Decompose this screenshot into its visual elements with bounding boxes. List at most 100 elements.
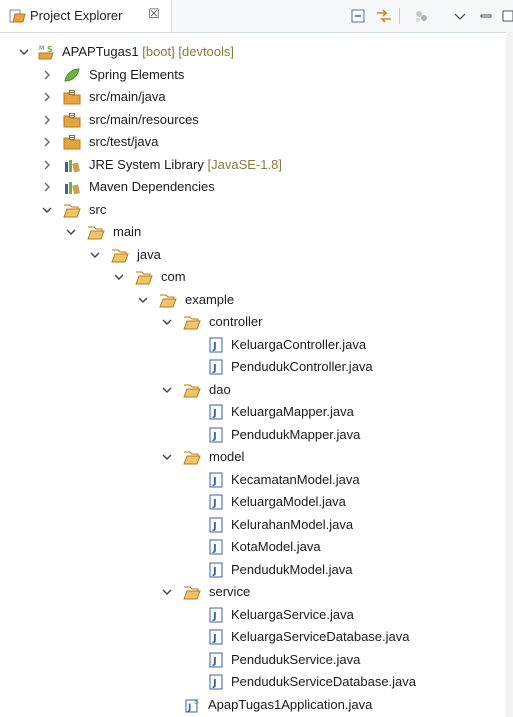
java-file-icon: J [209,359,223,375]
model-label: model [209,449,245,464]
tree-row-controller[interactable]: controller [0,311,513,334]
chevron-down-icon[interactable] [41,204,53,216]
tree-row-java[interactable]: java [0,244,513,267]
tree-row-java-file[interactable]: J KecamatanModel.java [0,469,513,492]
java-file-label: KeluargaServiceDatabase.java [231,629,410,644]
chevron-down-icon[interactable] [161,586,173,598]
chevron-down-icon[interactable] [18,46,30,58]
svg-text:J: J [212,363,217,374]
collapse-all-icon[interactable] [350,8,368,24]
java-file-icon: J [209,517,223,532]
java-file-icon: J [209,652,223,667]
scrollbar[interactable] [506,32,513,717]
project-tree[interactable]: M S APAPTugas1 [boot] [devtools] Spring … [0,32,513,717]
tree-row-dao[interactable]: dao [0,379,513,402]
tree-row-java-file[interactable]: J KelurahanModel.java [0,514,513,537]
tree-row-example[interactable]: example [0,289,513,312]
tree-row-java-file[interactable]: J PendudukService.java [0,649,513,672]
tree-row-main[interactable]: main [0,221,513,244]
tree-row-src-main-java[interactable]: src/main/java [0,86,513,109]
java-file-icon: J [209,337,223,352]
tree-row-java-file[interactable]: J KeluargaServiceDatabase.java [0,626,513,649]
tree-row-src[interactable]: src [0,199,513,222]
controller-label: controller [209,314,263,329]
maven-dependencies-label: Maven Dependencies [89,179,215,194]
java-file-label: KeluargaMapper.java [231,404,354,419]
java-file-label: PendudukMapper.java [231,426,361,442]
svg-text:J: J [212,476,217,487]
svg-text:J: J [212,566,217,577]
link-with-editor-icon[interactable] [375,8,393,24]
svg-text:J: J [212,678,217,689]
tab-title: Project Explorer [30,8,123,23]
java-label: java [137,246,161,262]
tree-row-java-file[interactable]: J KeluargaController.java [0,334,513,357]
src-label: src [89,201,107,217]
java-file-icon: J [209,629,223,645]
chevron-right-icon[interactable] [41,136,53,148]
chevron-down-icon[interactable] [161,316,173,328]
tree-row-src-test-java[interactable]: src/test/java [0,131,513,154]
minimize-icon[interactable] [477,8,495,24]
tree-row-src-main-resources[interactable]: src/main/resources [0,109,513,132]
com-label: com [161,269,186,284]
view-menu-icon[interactable] [451,8,469,24]
filters-icon[interactable] [413,8,431,24]
chevron-right-icon[interactable] [41,159,53,171]
svg-text:J: J [212,633,217,644]
tree-row-com[interactable]: com [0,266,513,289]
tree-row-maven-dependencies[interactable]: Maven Dependencies [0,176,513,199]
close-icon[interactable]: ☒ [148,6,160,22]
tree-row-java-file[interactable]: J PendudukServiceDatabase.java [0,671,513,694]
chevron-right-icon[interactable] [41,91,53,103]
src-test-java-label: src/test/java [89,134,159,149]
maximize-icon[interactable] [500,8,513,24]
spring-leaf-icon [64,67,80,82]
chevron-right-icon[interactable] [41,69,53,81]
source-folder-icon [63,112,81,127]
tree-row-java-file[interactable]: J KeluargaModel.java [0,491,513,514]
tree-row-service[interactable]: service [0,581,513,604]
project-explorer-icon [9,9,26,23]
chevron-down-icon[interactable] [89,249,101,261]
chevron-down-icon[interactable] [65,226,77,238]
tree-row-java-file[interactable]: J PendudukMapper.java [0,424,513,447]
tree-row-java-file[interactable]: J PendudukModel.java [0,559,513,582]
chevron-right-icon[interactable] [41,114,53,126]
chevron-down-icon[interactable] [113,271,125,283]
svg-text:J: J [187,703,191,713]
open-folder-icon [183,586,201,600]
open-folder-icon [63,204,81,217]
tree-row-java-file[interactable]: J KeluargaMapper.java [0,401,513,424]
java-file-icon: J [209,562,223,577]
example-label: example [185,291,235,307]
svg-text:S: S [194,698,199,706]
chevron-down-icon[interactable] [137,294,149,306]
tree-row-java-file[interactable]: J KotaModel.java [0,536,513,559]
svg-text:J: J [212,498,217,509]
chevron-right-icon[interactable] [41,181,53,193]
src-main-java-label: src/main/java [89,89,166,104]
project-label: APAPTugas1 [boot] [devtools] [62,44,235,59]
main-label: main [113,224,142,239]
tree-row-application-file[interactable]: J S ApapTugas1Application.java [0,694,513,717]
java-file-label: KotaModel.java [231,539,321,554]
dao-label: dao [209,381,231,397]
chevron-down-icon[interactable] [161,384,173,396]
java-file-icon: J [209,607,223,622]
chevron-down-icon[interactable] [161,451,173,463]
tree-row-java-file[interactable]: J PendudukController.java [0,356,513,379]
svg-text:J: J [212,521,217,532]
tree-row-java-file[interactable]: J KeluargaService.java [0,604,513,627]
maven-spring-project-icon: M S [38,45,54,60]
open-folder-icon [183,316,201,330]
tab-project-explorer[interactable]: Project Explorer ☒ [0,0,172,32]
tree-row-jre-system-library[interactable]: JRE System Library [JavaSE-1.8] [0,154,513,177]
source-folder-icon [63,90,81,105]
tree-row-spring-elements[interactable]: Spring Elements [0,64,513,87]
tree-row-project[interactable]: M S APAPTugas1 [boot] [devtools] [0,41,513,64]
open-folder-icon [87,226,105,240]
src-main-resources-label: src/main/resources [89,111,199,127]
svg-text:M: M [39,45,44,52]
tree-row-model[interactable]: model [0,446,513,469]
